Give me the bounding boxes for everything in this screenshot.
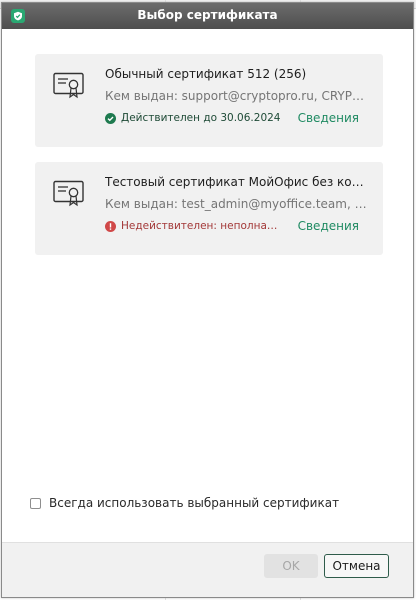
certificate-issuer: Кем выдан: test_admin@myoffice.team, MyO… bbox=[105, 197, 370, 211]
certificate-card[interactable]: Обычный сертификат 512 (256) Кем выдан: … bbox=[35, 54, 383, 147]
certificate-icon bbox=[53, 72, 84, 99]
certificate-status: Недействителен: неполная цепочка bbox=[121, 220, 281, 232]
certificate-issuer: Кем выдан: support@cryptopro.ru, CRYPTO-… bbox=[105, 89, 370, 103]
details-link[interactable]: Сведения bbox=[298, 219, 359, 233]
certificate-dialog: Выбор сертификата Обычный сертификат 512… bbox=[1, 2, 414, 598]
certificate-status: Действителен до 30.06.2024 bbox=[121, 112, 281, 124]
dialog-title: Выбор сертификата bbox=[137, 8, 278, 22]
certificate-card[interactable]: Тестовый сертификат МойОфис без корневог… bbox=[35, 162, 383, 255]
certificate-name: Обычный сертификат 512 (256) bbox=[105, 67, 307, 81]
always-use-label[interactable]: Всегда использовать выбранный сертификат bbox=[49, 496, 339, 510]
certificate-name: Тестовый сертификат МойОфис без корневог… bbox=[105, 175, 370, 189]
ok-button[interactable]: OK bbox=[264, 554, 318, 578]
check-circle-icon bbox=[105, 113, 116, 124]
dialog-content: Обычный сертификат 512 (256) Кем выдан: … bbox=[2, 29, 413, 543]
dialog-titlebar[interactable]: Выбор сертификата bbox=[2, 3, 413, 29]
error-circle-icon bbox=[105, 221, 116, 232]
details-link[interactable]: Сведения bbox=[298, 111, 359, 125]
always-use-checkbox[interactable] bbox=[30, 498, 41, 509]
cancel-button[interactable]: Отмена bbox=[324, 554, 389, 578]
dialog-footer: OK Отмена bbox=[2, 542, 413, 597]
certificate-icon bbox=[53, 180, 84, 207]
